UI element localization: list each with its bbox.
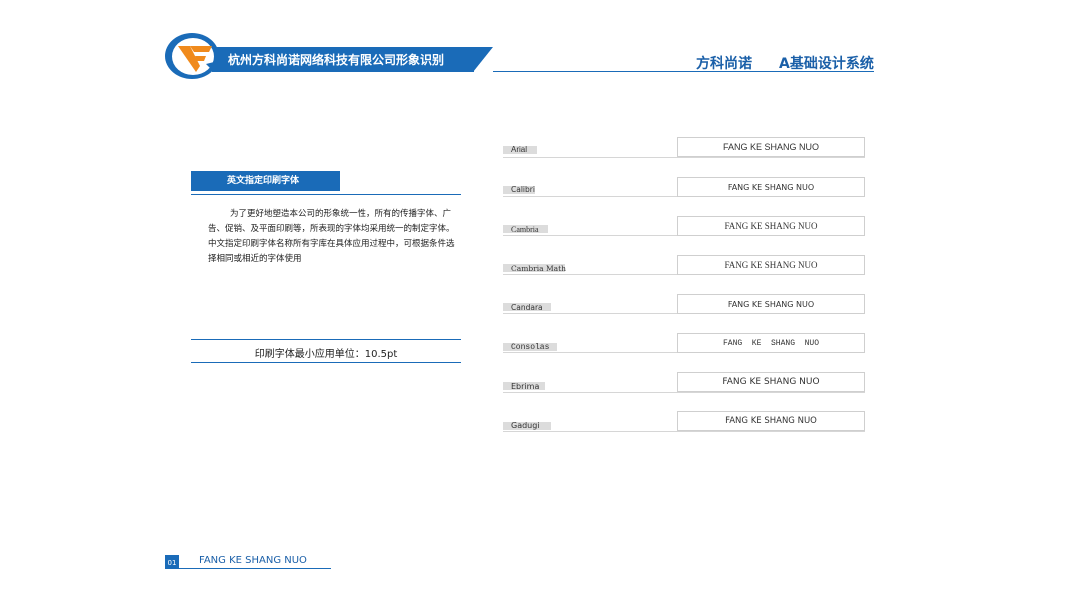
font-name-calibri: Calibri xyxy=(511,185,535,194)
page-number: 01 xyxy=(165,555,179,569)
section-description: 为了更好地塑造本公司的形象统一性，所有的传播字体、广告、促销、及平面印刷等，所表… xyxy=(208,209,455,264)
font-name-gadugi: Gadugi xyxy=(511,421,540,430)
font-name-ebrima: Ebrima xyxy=(511,382,540,391)
logo-icon xyxy=(178,46,214,72)
font-name-candara: Candara xyxy=(511,303,543,312)
font-name-cambria: Cambria xyxy=(511,225,539,234)
company-title: 杭州方科尚诺网络科技有限公司形象识别 xyxy=(228,53,445,67)
font-sample-ebrima: FANG KE SHANG NUO xyxy=(677,372,865,392)
footer-brand-text: FANG KE SHANG NUO xyxy=(199,555,307,566)
font-sample-arial: FANG KE SHANG NUO xyxy=(677,137,865,157)
font-name-cambria-math: Cambria Math xyxy=(511,264,566,273)
footer-rule xyxy=(165,568,331,569)
font-sample-cambria: FANG KE SHANG NUO xyxy=(677,216,865,236)
section-label: 英文指定印刷字体 xyxy=(191,171,340,191)
min-size-rule-bottom xyxy=(191,362,461,363)
font-name-arial: Arial xyxy=(511,145,528,154)
font-sample-calibri: FANG KE SHANG NUO xyxy=(677,177,865,197)
logo-f-top xyxy=(190,46,212,52)
min-size-rule-top xyxy=(191,339,461,340)
font-row-rule xyxy=(503,431,865,432)
section-rule xyxy=(191,194,461,195)
font-sample-cambria-math: FANG KE SHANG NUO xyxy=(677,255,865,275)
font-row-rule xyxy=(503,157,865,158)
font-sample-candara: FANG KE SHANG NUO xyxy=(677,294,865,314)
font-sample-consolas: FANG KE SHANG NUO xyxy=(677,333,865,353)
font-name-consolas: Consolas xyxy=(511,343,550,352)
font-row-rule xyxy=(503,392,865,393)
system-name: A基础设计系统 xyxy=(779,56,874,72)
font-sample-gadugi: FANG KE SHANG NUO xyxy=(677,411,865,431)
header-bar-tip xyxy=(473,47,493,72)
brand-name: 方科尚诺 xyxy=(696,56,752,72)
min-size-note: 印刷字体最小应用单位：10.5pt xyxy=(254,349,398,360)
logo-wing xyxy=(206,62,214,68)
